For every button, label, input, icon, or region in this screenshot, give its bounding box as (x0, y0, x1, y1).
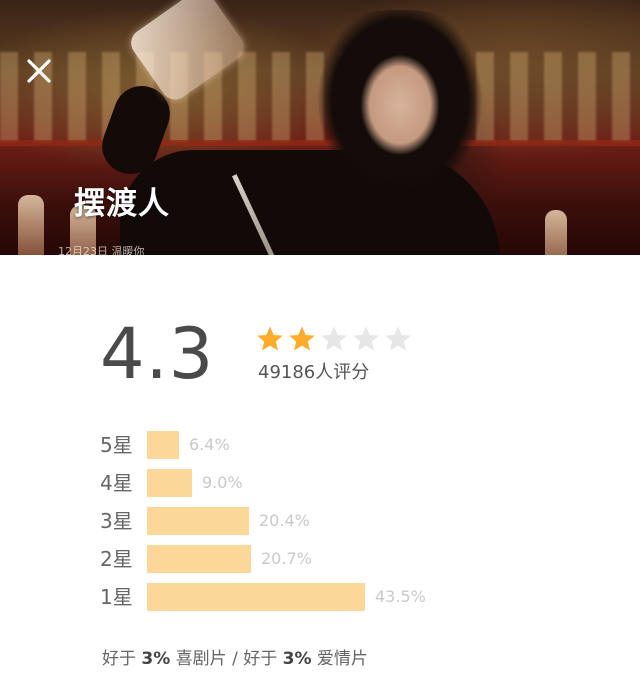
rating-count: 49186人评分 (258, 362, 370, 383)
poster-caption: 12月23日 温暖你 (58, 245, 145, 255)
star-icon (384, 325, 412, 353)
genre-prefix: 好于 (102, 649, 136, 669)
star-level-label: 3星 (100, 509, 133, 533)
genre-percent: 3% (282, 649, 312, 669)
star-level-label: 5星 (100, 433, 133, 457)
star-level-label: 1星 (100, 585, 133, 609)
distribution-bar (147, 431, 179, 459)
star-icon (256, 325, 284, 353)
genre-prefix: 好于 (243, 649, 278, 669)
star-rating (256, 325, 416, 353)
distribution-percent: 43.5% (375, 587, 426, 606)
distribution-bar (147, 469, 192, 497)
genre-separator: / (226, 649, 244, 669)
movie-title: 摆渡人 (74, 186, 170, 222)
distribution-bar (147, 583, 365, 611)
rating-page: 摆渡人 12月23日 温暖你 4.3 49186人评分 5星 6.4% 4星 9.0%… (0, 0, 640, 673)
distribution-bar (147, 545, 251, 573)
rating-score: 4.3 (100, 313, 215, 395)
star-icon (320, 325, 348, 353)
genre-comparison: 好于 3% 喜剧片 / 好于 3% 爱情片 (102, 644, 368, 669)
movie-hero-banner: 摆渡人 12月23日 温暖你 (0, 0, 640, 255)
bottle-image (18, 195, 44, 255)
star-icon (288, 325, 316, 353)
distribution-percent: 6.4% (189, 435, 230, 454)
star-level-label: 4星 (100, 471, 133, 495)
distribution-percent: 20.4% (259, 511, 310, 530)
distribution-percent: 20.7% (261, 549, 312, 568)
close-button[interactable] (22, 54, 56, 88)
genre-percent: 3% (141, 649, 171, 669)
star-icon (352, 325, 380, 353)
genre-name: 爱情片 (316, 649, 368, 669)
distribution-bar (147, 507, 249, 535)
genre-name: 喜剧片 (175, 649, 227, 669)
person-image (300, 10, 500, 255)
star-level-label: 2星 (100, 547, 133, 571)
bottle-image (545, 210, 567, 255)
distribution-percent: 9.0% (202, 473, 243, 492)
close-icon (27, 59, 51, 83)
